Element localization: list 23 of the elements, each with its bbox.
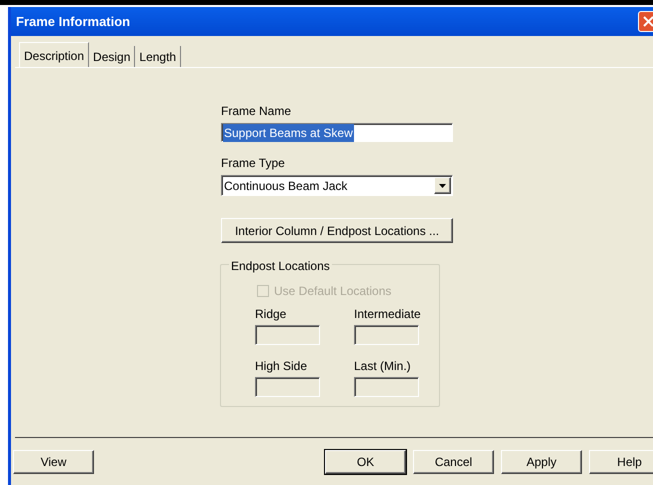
dialog-button[interactable]: OK xyxy=(325,450,406,474)
field-label: Frame Name xyxy=(221,103,292,120)
window-title: Frame Information xyxy=(16,12,130,31)
dialog-button[interactable]: Cancel xyxy=(413,450,494,474)
checkbox-label: Use Default Locations xyxy=(274,283,392,300)
field-label: Intermediate xyxy=(354,306,422,323)
tab[interactable]: Design xyxy=(89,46,136,67)
tab[interactable]: Length xyxy=(135,46,182,67)
dropdown-arrow-icon xyxy=(439,184,446,188)
frame-type-dropdown[interactable]: Continuous Beam Jack xyxy=(221,175,453,196)
frame-name-field[interactable]: Support Beams at Skew xyxy=(221,123,453,142)
locations-button[interactable]: Interior Column / Endpost Locations ... xyxy=(221,218,453,243)
field-value: Support Beams at Skew xyxy=(223,124,354,142)
dialog-button[interactable]: Apply xyxy=(501,450,582,474)
dialog-button[interactable]: Help xyxy=(589,450,653,474)
field-label: Last (Min.) xyxy=(354,358,412,375)
field-label: Frame Type xyxy=(221,155,286,172)
field-label: High Side xyxy=(255,358,308,375)
field-label: Ridge xyxy=(255,306,288,323)
tab[interactable]: Description xyxy=(19,42,90,67)
close-button[interactable] xyxy=(638,11,653,32)
dialog-button[interactable]: View xyxy=(13,450,94,474)
close-icon xyxy=(643,16,653,27)
